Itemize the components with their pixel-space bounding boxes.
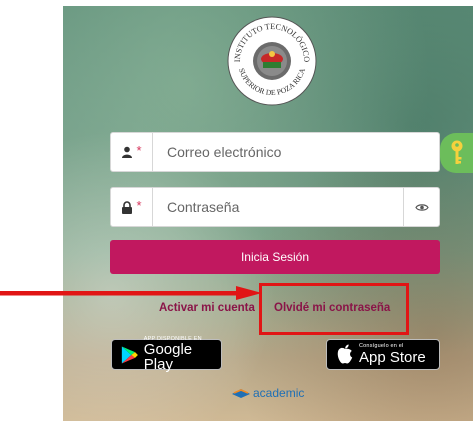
google-play-badge[interactable]: APP DISPONIBLE EN Google Play	[111, 336, 222, 374]
show-password-toggle[interactable]	[403, 188, 439, 226]
apple-icon	[337, 344, 353, 364]
app-store-big-text: App Store	[359, 348, 426, 366]
required-mark: *	[136, 142, 142, 158]
key-badge[interactable]	[440, 133, 473, 173]
key-icon	[451, 140, 463, 164]
eye-icon	[414, 203, 429, 211]
annotation-highlight-box	[259, 283, 409, 335]
google-play-icon	[121, 345, 138, 364]
activate-account-link[interactable]: Activar mi cuenta	[159, 302, 255, 314]
lock-icon	[122, 200, 133, 214]
academic-logo-icon	[232, 389, 250, 398]
academic-logo: academic	[231, 386, 304, 400]
email-addon: *	[111, 133, 153, 171]
required-mark: *	[136, 197, 142, 213]
annotation-arrow	[0, 286, 262, 300]
email-field-group: *	[110, 132, 440, 172]
institution-seal: INSTITUTO TECNOLÓGICO SUPERIOR DE POZA R…	[226, 15, 318, 107]
password-input[interactable]	[153, 188, 403, 226]
password-field-group: *	[110, 187, 440, 227]
google-play-big-text: Google Play	[143, 341, 193, 374]
password-addon: *	[111, 188, 153, 226]
seal-logo: INSTITUTO TECNOLÓGICO SUPERIOR DE POZA R…	[227, 16, 317, 106]
academic-brand-text: academic	[253, 386, 305, 400]
user-icon	[122, 146, 133, 158]
app-store-badge[interactable]: Consíguelo en el App Store	[326, 339, 440, 370]
login-button[interactable]: Inicia Sesión	[110, 240, 440, 274]
email-input[interactable]	[153, 133, 439, 171]
